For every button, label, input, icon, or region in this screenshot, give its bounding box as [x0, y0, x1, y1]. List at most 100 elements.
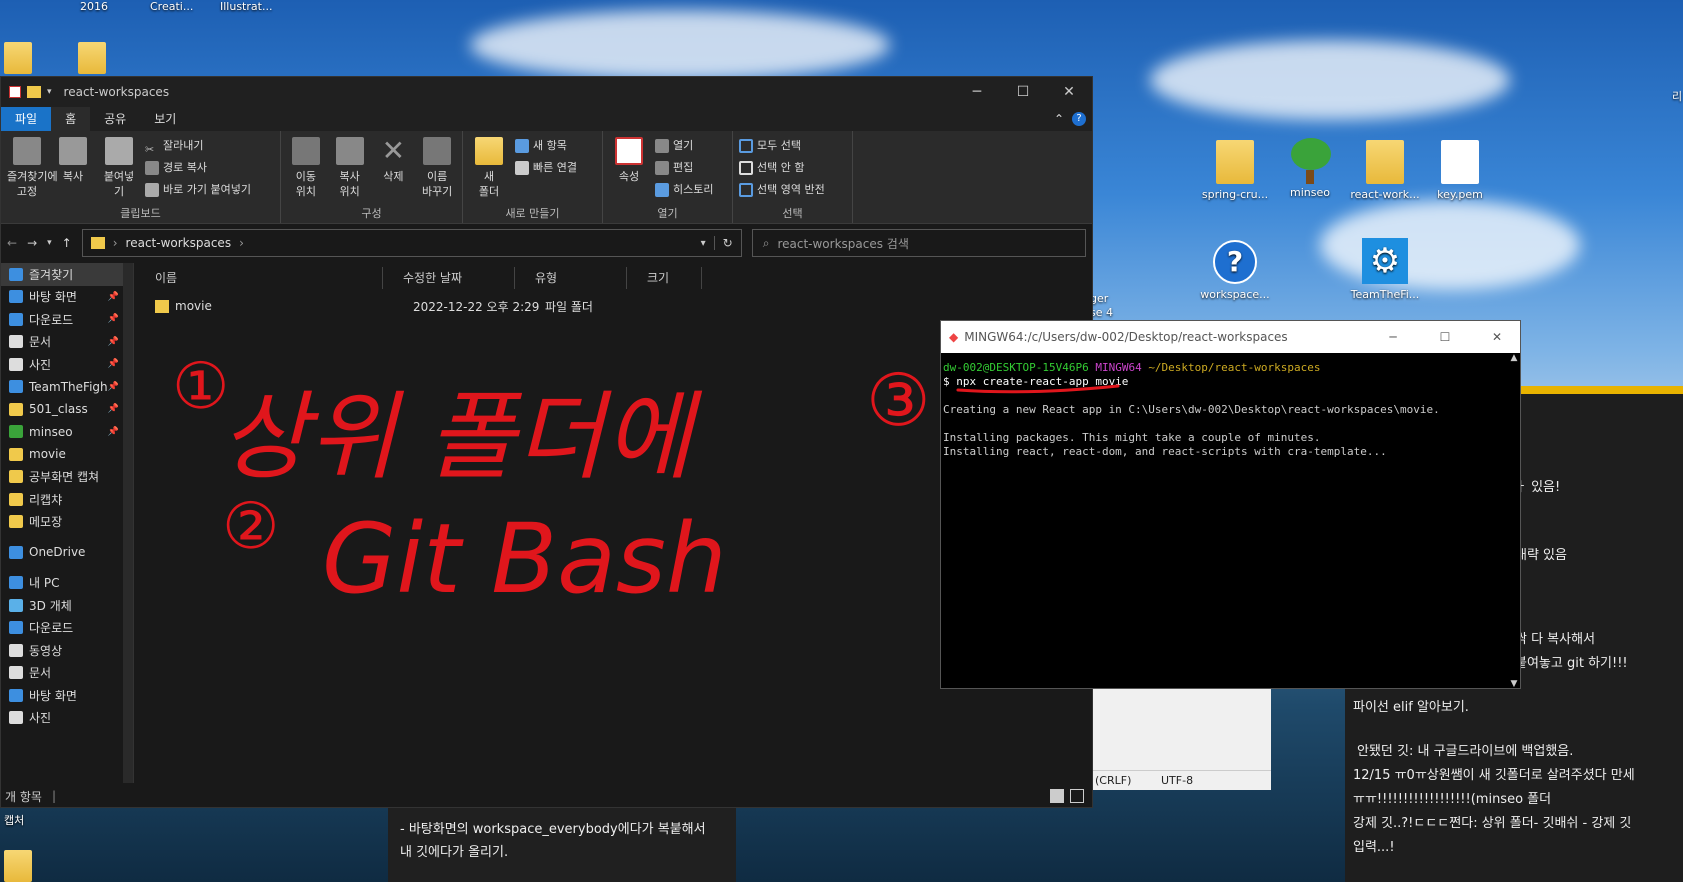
cut-button[interactable]: ✂ 잘라내기	[145, 135, 251, 157]
new-item-button[interactable]: 새 항목	[515, 135, 577, 157]
select-all-button[interactable]: 모두 선택	[739, 135, 846, 157]
nav-scrollbar[interactable]	[123, 263, 133, 783]
pin-icon: 📌	[107, 359, 119, 370]
nav-item[interactable]: 동영상	[1, 639, 133, 662]
nav-item[interactable]: 공부화면 캡쳐	[1, 466, 133, 489]
nav-item[interactable]: 사진 📌	[1, 353, 133, 376]
tab-file[interactable]: 파일	[1, 107, 52, 131]
column-header-name[interactable]: 이름	[135, 267, 383, 289]
address-dropdown-icon[interactable]: ▾	[701, 238, 706, 249]
file-row[interactable]: movie 2022-12-22 오후 2:29 파일 폴더	[135, 293, 1094, 319]
note-line: 싹 다 복사해서	[1515, 632, 1596, 647]
tab-home[interactable]: 홈	[51, 107, 91, 131]
open-button[interactable]: 열기	[655, 135, 713, 157]
git-icon: ◆	[949, 330, 959, 344]
close-button[interactable]: ✕	[1474, 330, 1520, 344]
nav-item[interactable]: 메모장	[1, 511, 133, 534]
output-line: Installing packages. This might take a c…	[943, 431, 1321, 444]
desktop-icon-label: minseo	[1290, 186, 1330, 199]
folder-icon	[9, 357, 23, 371]
maximize-button[interactable]: ☐	[1000, 77, 1046, 107]
notepad-window[interactable]: (CRLF) UTF-8	[1093, 684, 1271, 790]
tree-icon	[1291, 138, 1331, 184]
nav-item[interactable]: 다운로드 📌	[1, 308, 133, 331]
desktop-icon-spring[interactable]: spring-cru...	[1195, 140, 1275, 201]
column-header-date[interactable]: 수정한 날짜	[383, 267, 515, 289]
recent-locations-icon[interactable]: ▾	[47, 238, 52, 248]
folder-icon	[9, 290, 23, 304]
tab-view[interactable]: 보기	[140, 107, 190, 131]
nav-item[interactable]: OneDrive	[1, 541, 133, 564]
desktop-folder-icon[interactable]	[4, 850, 32, 882]
nav-item-label: 사진	[29, 711, 52, 726]
file-explorer-window[interactable]: ▾ react-workspaces ─ ☐ ✕ 파일 홈 공유 보기 ⌃ ? …	[0, 76, 1093, 808]
nav-item[interactable]: 다운로드	[1, 617, 133, 640]
desktop-icon-react-work[interactable]: react-work...	[1345, 140, 1425, 201]
folder-icon	[9, 515, 23, 529]
copy-path-label: 경로 복사	[163, 161, 207, 174]
invert-selection-button[interactable]: 선택 영역 반전	[739, 179, 846, 201]
close-button[interactable]: ✕	[1046, 77, 1092, 107]
nav-item[interactable]: 리캡챠	[1, 488, 133, 511]
nav-item[interactable]: 501_class 📌	[1, 398, 133, 421]
nav-item[interactable]: movie	[1, 443, 133, 466]
nav-item[interactable]: 바탕 화면	[1, 684, 133, 707]
nav-item[interactable]: 3D 개체	[1, 594, 133, 617]
rename-label: 이름 바꾸기	[421, 170, 453, 198]
desktop-icon-keypem[interactable]: key.pem	[1420, 140, 1500, 201]
minimize-button[interactable]: ─	[1370, 330, 1416, 344]
nav-item[interactable]: 문서 📌	[1, 331, 133, 354]
column-header-type[interactable]: 유형	[515, 267, 627, 289]
desktop-icon-teamthefi[interactable]: ⚙ TeamTheFi...	[1345, 238, 1425, 301]
paste-shortcut-icon	[145, 183, 159, 197]
terminal-output[interactable]: dw-002@DESKTOP-15V46P6 MINGW64 ~/Desktop…	[941, 353, 1520, 467]
git-bash-terminal[interactable]: ◆ MINGW64:/c/Users/dw-002/Desktop/react-…	[940, 320, 1521, 689]
select-none-button[interactable]: 선택 안 함	[739, 157, 846, 179]
pin-label: 즐겨찾기에 고정	[7, 170, 58, 198]
desktop-partial-label: 캡처	[4, 814, 25, 827]
folder-icon	[155, 299, 169, 313]
quick-access-toolbar[interactable]: ▾	[9, 86, 52, 98]
desktop-folder-icon[interactable]	[78, 42, 106, 74]
collapse-ribbon-icon[interactable]: ⌃	[1054, 112, 1064, 126]
nav-item[interactable]: 사진	[1, 707, 133, 730]
search-input[interactable]: ⌕ react-workspaces 검색	[751, 229, 1086, 257]
back-icon[interactable]: ←	[7, 236, 17, 250]
column-header-size[interactable]: 크기	[627, 267, 702, 289]
help-icon: ?	[1213, 240, 1257, 284]
explorer-titlebar[interactable]: ▾ react-workspaces ─ ☐ ✕	[1, 77, 1092, 107]
folder-icon	[9, 402, 23, 416]
terminal-titlebar[interactable]: ◆ MINGW64:/c/Users/dw-002/Desktop/react-…	[941, 321, 1520, 353]
desktop-icon-workspace[interactable]: ? workspace...	[1195, 240, 1275, 301]
help-icon[interactable]: ?	[1072, 112, 1086, 126]
copy-icon	[59, 137, 87, 165]
up-icon[interactable]: ↑	[62, 236, 72, 250]
desktop-icon-minseo[interactable]: minseo	[1270, 138, 1350, 199]
forward-icon[interactable]: →	[27, 236, 37, 250]
edit-button[interactable]: 편집	[655, 157, 713, 179]
nav-item[interactable]: 바탕 화면 📌	[1, 286, 133, 309]
history-button[interactable]: 히스토리	[655, 179, 713, 201]
chevron-down-icon[interactable]: ▾	[47, 87, 52, 97]
folder-icon[interactable]	[27, 86, 41, 98]
maximize-button[interactable]: ☐	[1422, 330, 1468, 344]
details-view-icon[interactable]	[1050, 789, 1064, 803]
nav-item[interactable]: minseo 📌	[1, 421, 133, 444]
tab-share[interactable]: 공유	[90, 107, 140, 131]
prompt-user: dw-002@DESKTOP-15V46P6	[943, 361, 1089, 374]
easy-access-button[interactable]: 빠른 연결	[515, 157, 577, 179]
desktop-folder-icon[interactable]	[4, 42, 32, 74]
terminal-scrollbar[interactable]: ▲ ▼	[1508, 353, 1520, 689]
nav-item[interactable]: 즐겨찾기	[1, 263, 133, 286]
address-bar[interactable]: › react-workspaces › ▾ ↻	[81, 229, 742, 257]
minimize-button[interactable]: ─	[954, 77, 1000, 107]
nav-item[interactable]: 문서	[1, 662, 133, 685]
desktop-icon-label: TeamTheFi...	[1350, 288, 1420, 301]
nav-item[interactable]: 내 PC	[1, 572, 133, 595]
nav-item[interactable]: TeamTheFigh 📌	[1, 376, 133, 399]
properties-icon[interactable]	[9, 86, 21, 98]
paste-shortcut-button[interactable]: 바로 가기 붙여넣기	[145, 179, 251, 201]
refresh-icon[interactable]: ↻	[713, 236, 741, 250]
copy-path-button[interactable]: 경로 복사	[145, 157, 251, 179]
large-icons-view-icon[interactable]	[1070, 789, 1084, 803]
